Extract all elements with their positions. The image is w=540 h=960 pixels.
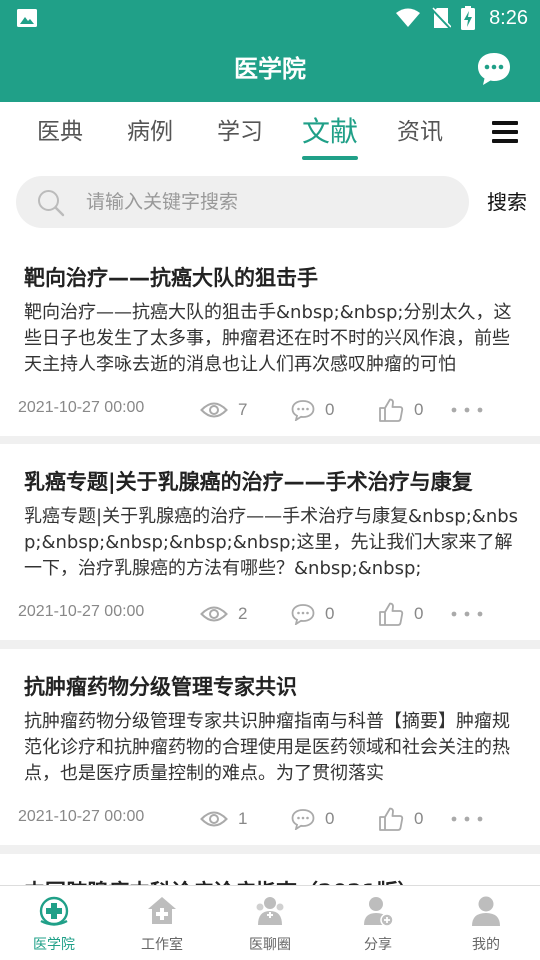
article-title: 乳癌专题|关于乳腺癌的治疗——手术治疗与康复 xyxy=(24,470,473,494)
eye-icon xyxy=(200,402,228,418)
article-summary: 靶向治疗——抗癌大队的狙击手&nbsp;&nbsp;分别太久，这些日子也发生了太… xyxy=(24,302,512,375)
nav-label: 医聊圈 xyxy=(249,937,291,953)
likes-stat[interactable]: 0 xyxy=(378,804,423,834)
nav-profile[interactable]: 我的 xyxy=(432,886,540,960)
article-meta: 2021-10-27 00:00 1 0 0 xyxy=(18,804,518,834)
views-count: 1 xyxy=(238,809,248,828)
nav-studio[interactable]: 工作室 xyxy=(108,886,216,960)
nav-label: 我的 xyxy=(472,937,500,953)
article-summary: 抗肿瘤药物分级管理专家共识肿瘤指南与科普【摘要】肿瘤规范化诊疗和抗肿瘤药物的合理… xyxy=(24,711,510,784)
comment-icon xyxy=(291,809,315,830)
search-bar: 搜索 xyxy=(0,164,540,240)
comments-count: 0 xyxy=(325,400,335,419)
nav-label: 工作室 xyxy=(141,937,183,953)
likes-count: 0 xyxy=(414,400,424,419)
likes-stat[interactable]: 0 xyxy=(378,599,423,629)
bottom-navigation: 医学院 工作室 医聊圈 分享 我的 xyxy=(0,885,540,960)
gallery-notification-icon xyxy=(17,9,37,27)
status-bar: 8:26 xyxy=(0,0,540,36)
views-count: 2 xyxy=(238,604,248,623)
nav-share[interactable]: 分享 xyxy=(324,886,432,960)
article-summary: 乳癌专题|关于乳腺癌的治疗——手术治疗与康复&nbsp;&nbsp;&nbsp;… xyxy=(24,506,519,579)
tab-news[interactable]: 资讯 xyxy=(385,102,455,162)
message-bubble-icon[interactable] xyxy=(476,51,512,87)
article-card[interactable]: 乳癌专题|关于乳腺癌的治疗——手术治疗与康复 乳癌专题|关于乳腺癌的治疗——手术… xyxy=(0,444,540,640)
likes-stat[interactable]: 0 xyxy=(378,395,423,425)
menu-icon[interactable] xyxy=(492,121,518,143)
nav-label: 分享 xyxy=(364,937,392,953)
tab-label: 病例 xyxy=(127,119,173,145)
search-icon xyxy=(38,190,65,217)
article-card[interactable]: 靶向治疗——抗癌大队的狙击手 靶向治疗——抗癌大队的狙击手&nbsp;&nbsp… xyxy=(0,240,540,436)
hospital-cross-icon xyxy=(39,896,69,926)
article-title: 抗肿瘤药物分级管理专家共识 xyxy=(24,675,297,699)
article-title: 中国肺腺癌内科诊疗诊疗指南（2021版） xyxy=(24,876,524,885)
comments-stat[interactable]: 0 xyxy=(291,804,334,834)
studio-house-icon xyxy=(148,897,176,924)
nav-medical-school[interactable]: 医学院 xyxy=(0,886,108,960)
active-tab-indicator xyxy=(302,156,358,160)
likes-count: 0 xyxy=(414,809,424,828)
article-date: 2021-10-27 00:00 xyxy=(18,808,145,825)
more-options-icon[interactable] xyxy=(450,813,484,825)
more-options-icon[interactable] xyxy=(450,608,484,620)
thumbs-up-icon xyxy=(379,398,404,422)
views-stat: 2 xyxy=(200,599,247,629)
comments-count: 0 xyxy=(325,604,335,623)
views-stat: 7 xyxy=(200,395,247,425)
views-count: 7 xyxy=(238,400,248,419)
tab-label: 医典 xyxy=(37,119,83,145)
no-sim-icon xyxy=(431,7,452,29)
article-date: 2021-10-27 00:00 xyxy=(18,603,145,620)
thumbs-up-icon xyxy=(379,602,404,626)
clock-time: 8:26 xyxy=(489,6,528,29)
tab-label: 资讯 xyxy=(397,119,443,145)
search-box xyxy=(16,176,469,228)
likes-count: 0 xyxy=(414,604,424,623)
category-tab-bar: 医典 病例 学习 文献 资讯 xyxy=(0,102,540,164)
search-input[interactable] xyxy=(86,184,446,220)
profile-person-icon xyxy=(472,896,500,926)
comments-stat[interactable]: 0 xyxy=(291,599,334,629)
eye-icon xyxy=(200,811,228,827)
tab-literature[interactable]: 文献 xyxy=(295,102,365,162)
wifi-icon xyxy=(396,8,421,27)
more-options-icon[interactable] xyxy=(450,404,484,416)
article-date: 2021-10-27 00:00 xyxy=(18,399,145,416)
search-button[interactable]: 搜索 xyxy=(479,176,535,228)
tab-label: 学习 xyxy=(217,119,263,145)
article-title: 靶向治疗——抗癌大队的狙击手 xyxy=(24,266,318,290)
comment-icon xyxy=(291,400,315,421)
doctors-group-icon xyxy=(256,897,284,925)
share-person-icon xyxy=(364,897,394,927)
views-stat: 1 xyxy=(200,804,247,834)
eye-icon xyxy=(200,606,228,622)
nav-doctor-circle[interactable]: 医聊圈 xyxy=(216,886,324,960)
article-meta: 2021-10-27 00:00 2 0 0 xyxy=(18,599,518,629)
article-card[interactable]: 中国肺腺癌内科诊疗诊疗指南（2021版） xyxy=(0,854,540,885)
tab-classics[interactable]: 医典 xyxy=(25,102,95,162)
battery-charging-icon xyxy=(461,6,476,30)
comments-count: 0 xyxy=(325,809,335,828)
nav-label: 医学院 xyxy=(33,937,75,953)
comments-stat[interactable]: 0 xyxy=(291,395,334,425)
thumbs-up-icon xyxy=(379,807,404,831)
tab-study[interactable]: 学习 xyxy=(205,102,275,162)
app-header: 医学院 xyxy=(0,36,540,102)
article-meta: 2021-10-27 00:00 7 0 0 xyxy=(18,395,518,425)
tab-cases[interactable]: 病例 xyxy=(115,102,185,162)
comment-icon xyxy=(291,604,315,625)
page-title: 医学院 xyxy=(234,55,306,83)
tab-label: 文献 xyxy=(301,115,358,148)
article-card[interactable]: 抗肿瘤药物分级管理专家共识 抗肿瘤药物分级管理专家共识肿瘤指南与科普【摘要】肿瘤… xyxy=(0,649,540,845)
